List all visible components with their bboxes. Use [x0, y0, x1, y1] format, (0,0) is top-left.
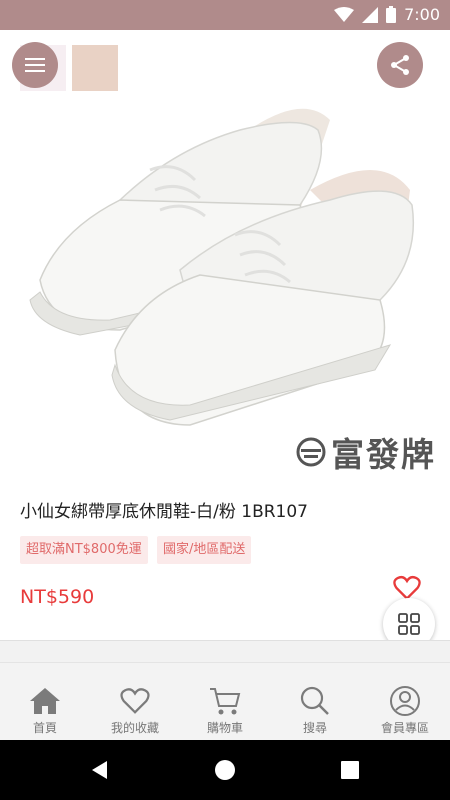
nav-item-search[interactable]: 搜尋 [270, 663, 360, 740]
heart-icon [120, 688, 150, 714]
system-nav-bar [0, 740, 450, 800]
recents-button[interactable] [338, 758, 362, 782]
bottom-nav: 首頁 我的收藏 購物車 搜尋 會員專區 [0, 662, 450, 740]
shipping-tag: 超取滿NT$800免運 [20, 536, 148, 564]
back-button[interactable] [88, 758, 112, 782]
circle-home-icon [215, 760, 235, 780]
nav-label-favorites: 我的收藏 [110, 721, 159, 735]
section-divider [0, 640, 450, 662]
wifi-icon [334, 6, 355, 22]
nav-label-member: 會員專區 [380, 721, 429, 735]
user-icon [390, 686, 420, 716]
back-icon [92, 761, 107, 779]
home-system-button[interactable] [213, 758, 237, 782]
hamburger-icon [25, 58, 45, 72]
status-time: 7:00 [404, 5, 440, 24]
menu-button[interactable] [12, 42, 58, 88]
product-thumbnail-2[interactable] [72, 45, 118, 91]
brand-mark-icon [296, 437, 326, 467]
share-button[interactable] [377, 42, 423, 88]
brand-name: 富發牌 [331, 435, 436, 474]
status-bar: 7:00 [0, 0, 450, 30]
nav-item-favorites[interactable]: 我的收藏 [90, 663, 180, 740]
search-icon [300, 686, 329, 715]
product-price: NT$590 [20, 586, 95, 608]
home-icon [30, 688, 60, 714]
nav-item-member[interactable]: 會員專區 [360, 663, 450, 740]
shoe-illustration [29, 108, 415, 426]
brand-logo: 富發牌 [295, 428, 436, 476]
battery-icon [386, 6, 397, 23]
nav-label-home: 首頁 [32, 721, 57, 735]
nav-label-search: 搜尋 [302, 721, 327, 735]
share-icon [391, 55, 409, 75]
cart-icon [210, 688, 241, 715]
square-recents-icon [341, 761, 359, 779]
nav-item-cart[interactable]: 購物車 [180, 663, 270, 740]
product-title: 小仙女綁帶厚底休閒鞋-白/粉 1BR107 [20, 502, 309, 522]
signal-icon [362, 6, 379, 23]
grid-icon [398, 613, 420, 635]
nav-label-cart: 購物車 [206, 721, 243, 735]
product-image[interactable] [0, 30, 450, 480]
nav-item-home[interactable]: 首頁 [0, 663, 90, 740]
region-tag: 國家/地區配送 [157, 536, 252, 564]
